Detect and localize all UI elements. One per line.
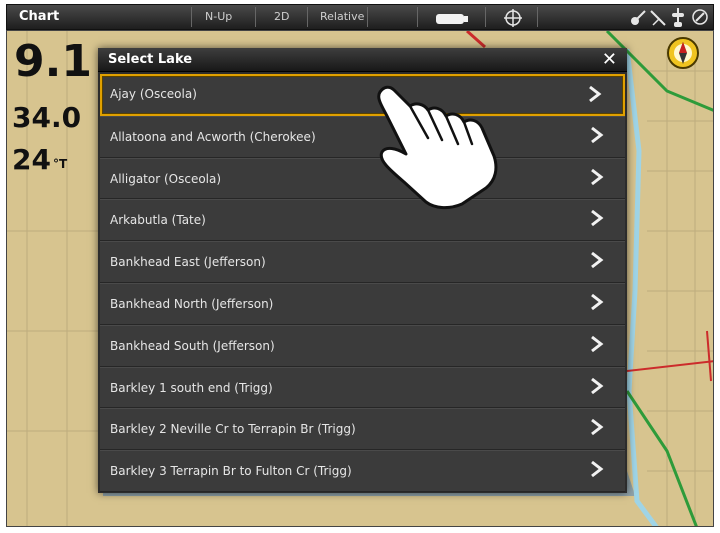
motion-mode[interactable]: Relative (320, 10, 364, 23)
orientation-mode[interactable]: N-Up (205, 10, 232, 23)
chevron-right-icon (591, 252, 604, 269)
separator (537, 7, 538, 27)
chevron-right-icon (591, 377, 604, 394)
temperature-value: 24 (12, 143, 51, 176)
view-dimension-mode[interactable]: 2D (274, 10, 289, 23)
compass-icon[interactable] (666, 36, 700, 70)
lake-item-bankhead-east[interactable]: Bankhead East (Jefferson) (100, 241, 625, 283)
lake-item-alligator[interactable]: Alligator (Osceola) (100, 157, 625, 200)
select-lake-dialog: Select Lake ✕ Ajay (Osceola) Allatoona a… (98, 48, 627, 493)
close-button[interactable]: ✕ (602, 49, 617, 71)
lake-item-label: Alligator (Osceola) (110, 171, 222, 186)
lake-item-arkabutla[interactable]: Arkabutla (Tate) (100, 199, 625, 242)
lake-item-barkley-1[interactable]: Barkley 1 south end (Trigg) (100, 366, 625, 409)
speed-readout: 34.0 (12, 104, 81, 132)
lake-item-label: Arkabutla (Tate) (110, 213, 206, 228)
dialog-header: Select Lake ✕ (98, 48, 627, 72)
hand-pointer-icon (377, 85, 498, 210)
lake-item-label: Allatoona and Acworth (Cherokee) (110, 129, 316, 144)
separator (367, 7, 368, 27)
lake-item-label: Barkley 1 south end (Trigg) (110, 380, 273, 395)
lake-item-bankhead-south[interactable]: Bankhead South (Jefferson) (100, 324, 625, 367)
device-screen: Chart N-Up 2D Relative 9.1 34.0 24 °T Se… (0, 0, 720, 533)
lake-item-label: Barkley 2 Neville Cr to Terrapin Br (Tri… (110, 422, 356, 437)
lake-item-label: Ajay (Osceola) (110, 87, 197, 101)
antenna-icon (649, 9, 667, 31)
chevron-right-icon (589, 85, 602, 103)
lake-item-ajay[interactable]: Ajay (Osceola) (100, 74, 625, 116)
speed-value: 34.0 (12, 101, 82, 134)
dialog-title: Select Lake (108, 52, 193, 67)
compass-small-icon (691, 8, 709, 30)
depth-value: 9.1 (14, 36, 92, 87)
lake-item-bankhead-north[interactable]: Bankhead North (Jefferson) (100, 282, 625, 325)
lake-item-label: Barkley 3 Terrapin Br to Fulton Cr (Trig… (110, 464, 352, 479)
separator (191, 7, 192, 27)
depth-readout: 9.1 (14, 40, 92, 84)
separator (255, 7, 256, 27)
lake-item-label: Bankhead North (Jefferson) (110, 296, 274, 311)
separator (307, 7, 308, 27)
temperature-unit: °T (52, 157, 68, 171)
lake-item-allatoona[interactable]: Allatoona and Acworth (Cherokee) (100, 115, 625, 158)
separator (485, 7, 486, 27)
temperature-readout: 24 °T (12, 146, 67, 174)
status-bar: Chart N-Up 2D Relative (6, 4, 714, 30)
chevron-right-icon (591, 126, 604, 143)
chevron-right-icon (591, 210, 604, 227)
view-title: Chart (19, 9, 60, 24)
chevron-right-icon (591, 460, 604, 478)
satellite-icon (629, 9, 647, 31)
lake-item-label: Bankhead East (Jefferson) (110, 255, 266, 270)
chevron-right-icon (591, 419, 604, 436)
lake-item-label: Bankhead South (Jefferson) (110, 338, 275, 353)
chevron-right-icon (591, 335, 604, 352)
battery-icon (435, 11, 469, 30)
separator (417, 7, 418, 27)
chevron-right-icon (591, 168, 604, 185)
trolling-motor-icon (669, 8, 687, 32)
crosshair-icon (503, 8, 523, 32)
lake-item-barkley-3[interactable]: Barkley 3 Terrapin Br to Fulton Cr (Trig… (100, 450, 625, 492)
lake-list: Ajay (Osceola) Allatoona and Acworth (Ch… (100, 74, 625, 492)
chevron-right-icon (591, 293, 604, 311)
lake-item-barkley-2[interactable]: Barkley 2 Neville Cr to Terrapin Br (Tri… (100, 408, 625, 451)
